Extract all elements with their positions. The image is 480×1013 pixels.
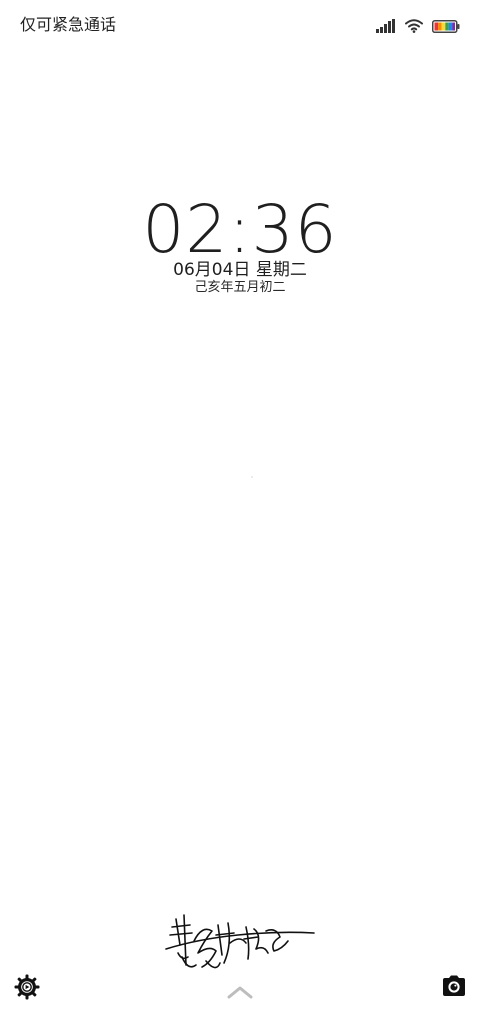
status-icons xyxy=(376,16,460,36)
status-bar: 仅可紧急通话 xyxy=(0,0,480,52)
camera-icon[interactable] xyxy=(441,974,467,998)
settings-gear-icon[interactable] xyxy=(14,974,40,1000)
signal-icon xyxy=(376,19,395,33)
center-dot xyxy=(251,476,253,478)
lock-screen-lunar-date: 己亥年五月初二 xyxy=(194,280,286,295)
chevron-up-icon[interactable] xyxy=(226,984,254,1000)
signature-image xyxy=(165,914,315,969)
lock-screen-date: 06月04日 星期二 xyxy=(173,260,307,280)
battery-icon xyxy=(432,19,460,33)
wifi-icon xyxy=(405,19,423,33)
carrier-status-text: 仅可紧急通话 xyxy=(20,15,117,34)
lock-screen-clock: 02:36 xyxy=(142,191,338,268)
